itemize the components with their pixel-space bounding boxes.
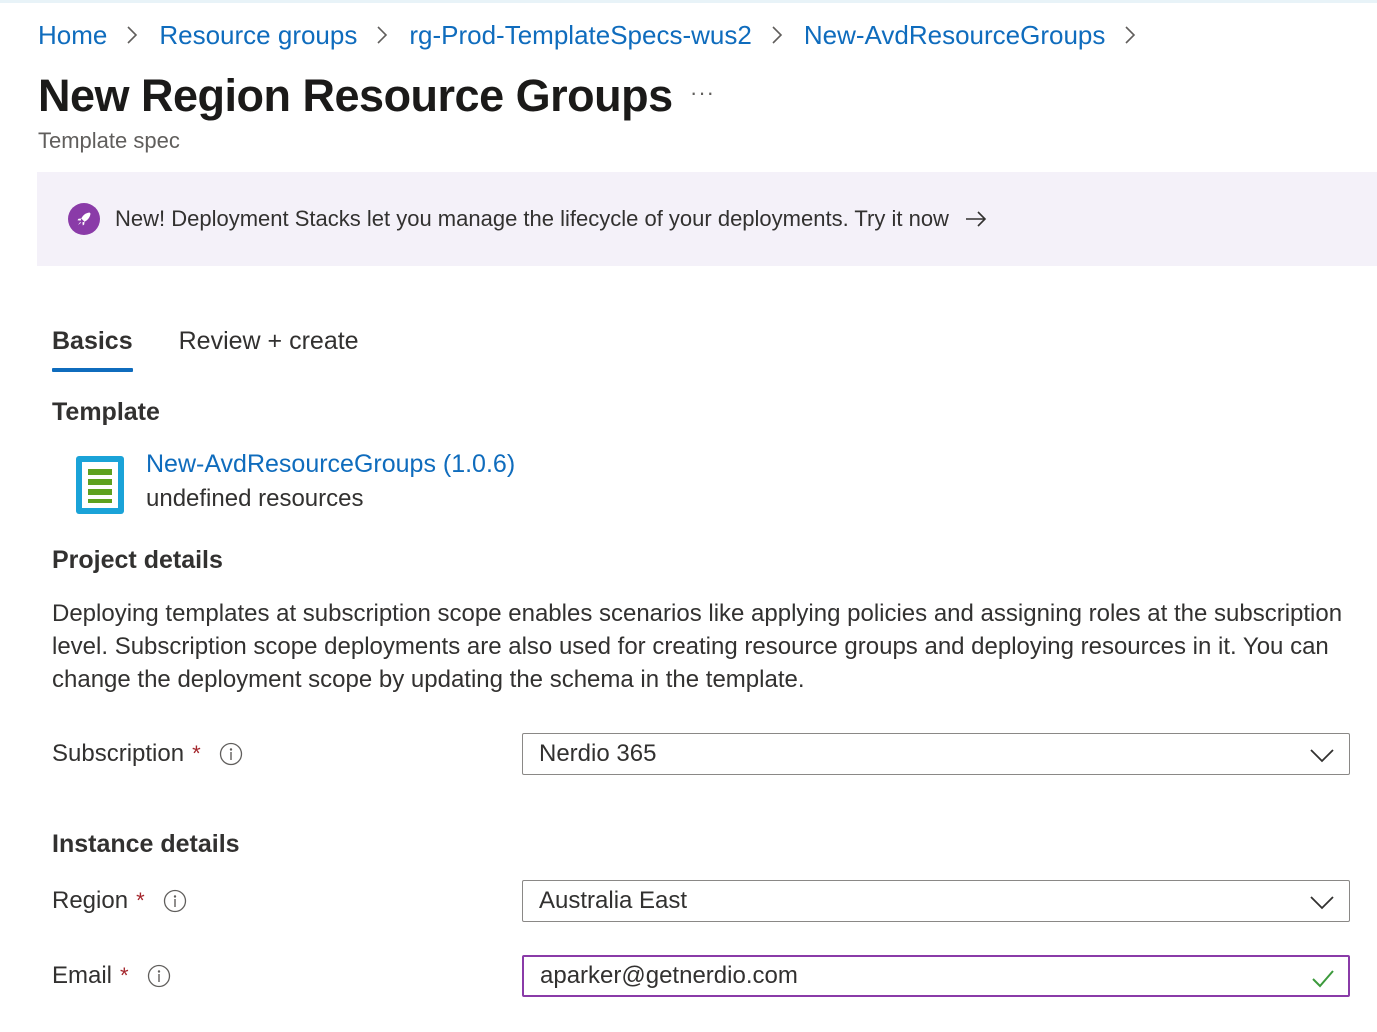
required-asterisk: * <box>192 741 201 766</box>
top-border <box>0 0 1377 3</box>
checkmark-icon <box>1310 965 1336 991</box>
chevron-right-icon <box>764 22 790 48</box>
project-description: Deploying templates at subscription scop… <box>52 600 1343 693</box>
breadcrumb: Home Resource groups rg-Prod-TemplateSpe… <box>38 18 1157 52</box>
breadcrumb-template-spec[interactable]: New-AvdResourceGroups <box>804 20 1106 51</box>
template-heading: Template <box>52 398 160 426</box>
info-icon[interactable] <box>147 964 171 988</box>
email-input[interactable]: aparker@getnerdio.com <box>522 955 1350 997</box>
email-label: Email <box>52 962 113 989</box>
deployment-stacks-banner: New! Deployment Stacks let you manage th… <box>37 172 1377 266</box>
subscription-dropdown[interactable]: Nerdio 365 <box>522 733 1350 775</box>
breadcrumb-resource-group[interactable]: rg-Prod-TemplateSpecs-wus2 <box>409 20 751 51</box>
region-label-row: Region * <box>52 887 187 915</box>
template-link[interactable]: New-AvdResourceGroups (1.0.6) <box>146 450 515 479</box>
page-subtitle: Template spec <box>38 128 180 153</box>
project-details-heading: Project details <box>52 546 223 574</box>
rocket-icon <box>68 203 100 235</box>
region-label: Region <box>52 887 129 914</box>
region-value: Australia East <box>539 887 688 914</box>
info-icon[interactable] <box>163 889 187 913</box>
required-asterisk: * <box>120 963 129 988</box>
breadcrumb-home[interactable]: Home <box>38 20 107 51</box>
tab-review-create[interactable]: Review + create <box>179 322 359 372</box>
template-spec-icon <box>74 454 126 516</box>
breadcrumb-resource-groups[interactable]: Resource groups <box>159 20 357 51</box>
subscription-label-row: Subscription * <box>52 740 243 768</box>
template-resources: undefined resources <box>146 485 364 512</box>
instance-details-heading: Instance details <box>52 830 240 858</box>
tab-basics[interactable]: Basics <box>52 322 133 372</box>
chevron-down-icon <box>1309 742 1335 768</box>
region-dropdown[interactable]: Australia East <box>522 880 1350 922</box>
tab-bar: Basics Review + create <box>52 322 405 374</box>
info-icon[interactable] <box>219 742 243 766</box>
arrow-right-icon[interactable] <box>963 206 989 232</box>
chevron-right-icon <box>119 22 145 48</box>
page-title: New Region Resource Groups <box>38 70 673 121</box>
more-options-button[interactable]: ··· <box>690 80 715 106</box>
chevron-right-icon <box>369 22 395 48</box>
required-asterisk: * <box>136 888 145 913</box>
subscription-label: Subscription <box>52 740 185 767</box>
email-value: aparker@getnerdio.com <box>540 962 798 989</box>
subscription-value: Nerdio 365 <box>539 740 657 767</box>
email-label-row: Email * <box>52 962 171 990</box>
chevron-down-icon <box>1309 889 1335 915</box>
banner-text[interactable]: New! Deployment Stacks let you manage th… <box>115 206 949 232</box>
chevron-right-icon <box>1117 22 1143 48</box>
